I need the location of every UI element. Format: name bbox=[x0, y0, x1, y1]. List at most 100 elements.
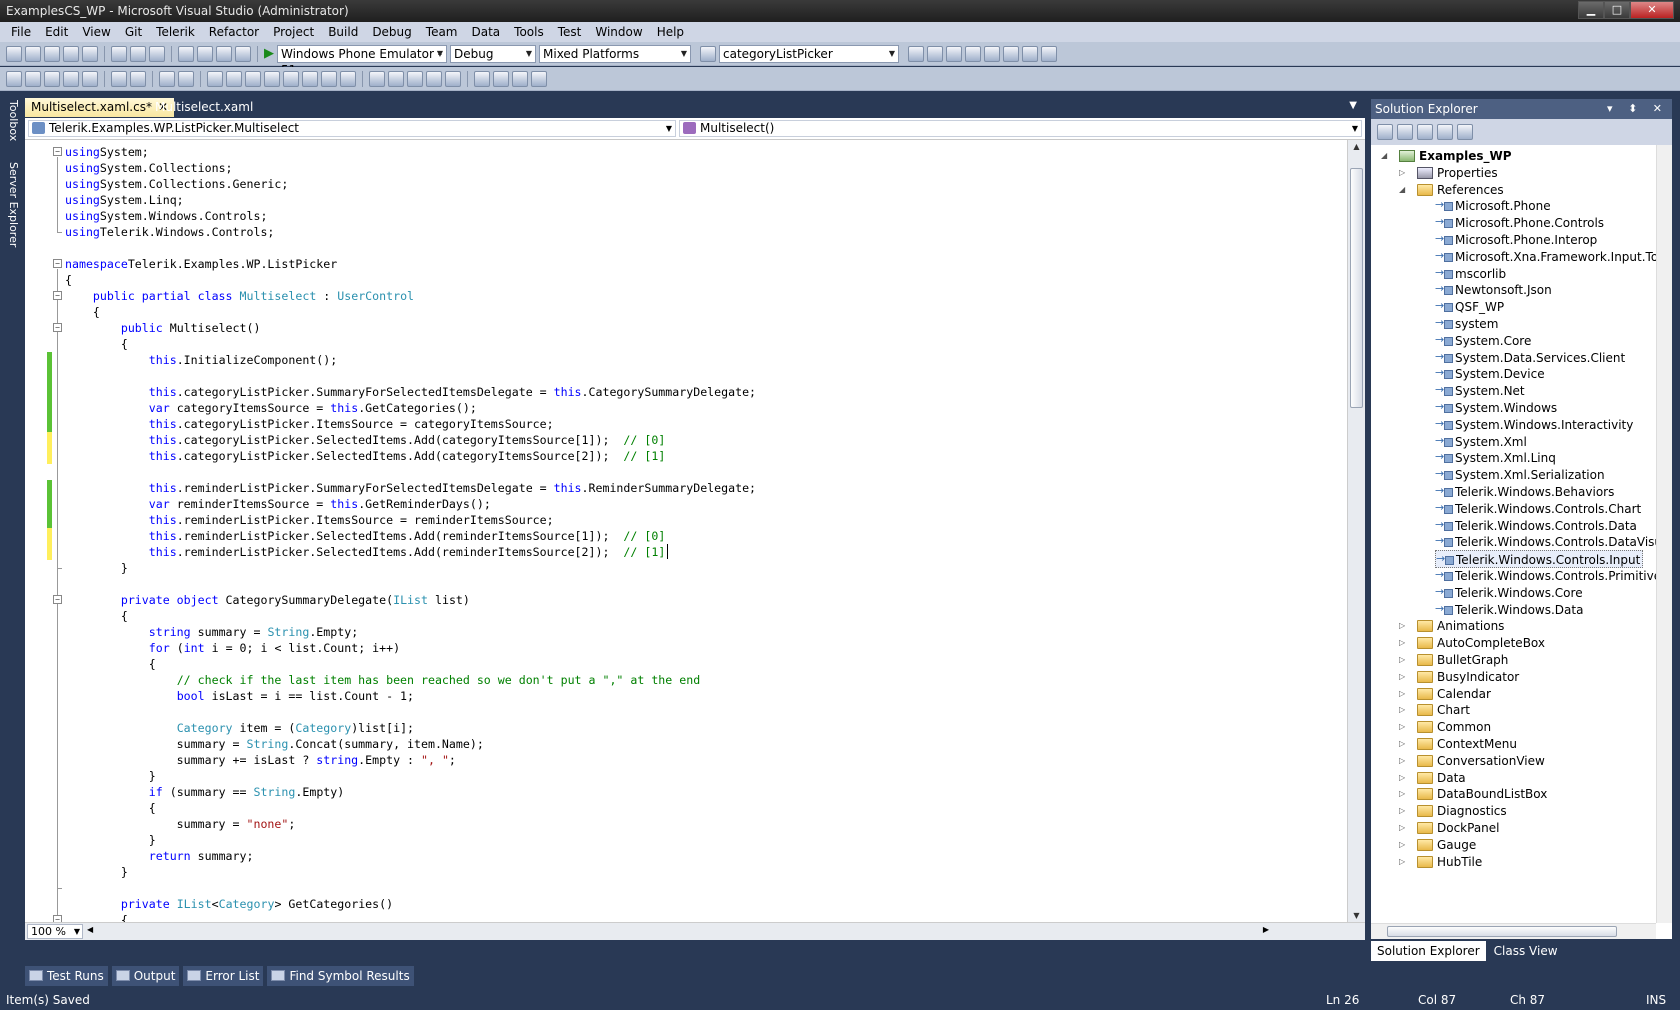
folder-item[interactable]: ▷ Common bbox=[1399, 718, 1491, 736]
expand-arrow-icon[interactable]: ▷ bbox=[1399, 735, 1405, 753]
redo-icon[interactable] bbox=[197, 45, 213, 62]
scroll-up-icon[interactable]: ▲ bbox=[1348, 142, 1365, 151]
expand-arrow-icon[interactable]: ▷ bbox=[1399, 819, 1405, 837]
code-line[interactable]: this.categoryListPicker.SummaryForSelect… bbox=[65, 384, 756, 400]
increase-indent-icon[interactable] bbox=[130, 70, 146, 87]
folder-item[interactable]: ▷ DockPanel bbox=[1399, 819, 1500, 837]
collapse-toggle-icon[interactable]: − bbox=[53, 915, 62, 922]
toolbox-icon[interactable] bbox=[965, 45, 981, 62]
view-designer-icon[interactable] bbox=[1457, 124, 1473, 140]
folder-item[interactable]: ▷ Calendar bbox=[1399, 685, 1491, 703]
align-icon[interactable] bbox=[493, 70, 509, 87]
editor-vertical-scrollbar[interactable]: ▲ ▼ bbox=[1347, 140, 1365, 922]
code-line[interactable]: usingSystem.Linq; bbox=[65, 192, 184, 208]
tree-horizontal-scrollbar[interactable] bbox=[1371, 923, 1656, 939]
display-object-member-list-icon[interactable] bbox=[6, 70, 22, 87]
reference-item[interactable]: Telerik.Windows.Data bbox=[1435, 600, 1583, 619]
collapse-arrow-icon[interactable]: ◢ bbox=[1399, 181, 1405, 199]
properties-icon[interactable] bbox=[1377, 124, 1393, 140]
collapse-toggle-icon[interactable]: − bbox=[53, 259, 62, 268]
menu-refactor[interactable]: Refactor bbox=[202, 25, 266, 39]
tab-output[interactable]: Output bbox=[111, 966, 180, 986]
expand-arrow-icon[interactable]: ▷ bbox=[1399, 785, 1405, 803]
menu-git[interactable]: Git bbox=[118, 25, 149, 39]
expand-arrow-icon[interactable]: ▷ bbox=[1399, 701, 1405, 719]
find-combo[interactable]: categoryListPicker ▼ bbox=[719, 44, 899, 63]
code-line[interactable]: this.reminderListPicker.SelectedItems.Ad… bbox=[65, 528, 666, 544]
folder-item[interactable]: ▷ DataBoundListBox bbox=[1399, 785, 1547, 803]
menu-project[interactable]: Project bbox=[266, 25, 321, 39]
code-line[interactable]: { bbox=[65, 800, 156, 816]
device-select[interactable]: Windows Phone Emulator - 51▼ bbox=[277, 44, 447, 77]
format-document-icon[interactable] bbox=[369, 70, 385, 87]
tab-find-symbol-results[interactable]: Find Symbol Results bbox=[267, 966, 414, 986]
code-line[interactable]: } bbox=[65, 560, 128, 576]
code-line[interactable]: namespaceTelerik.Examples.WP.ListPicker bbox=[65, 256, 337, 272]
reference-item[interactable]: mscorlib bbox=[1435, 264, 1506, 283]
scrollbar-thumb[interactable] bbox=[1350, 168, 1363, 408]
code-editor[interactable]: usingSystem; usingSystem.Collections; usin… bbox=[25, 140, 1347, 922]
layout-icon[interactable] bbox=[474, 70, 490, 87]
expand-arrow-icon[interactable]: ▷ bbox=[1399, 617, 1405, 635]
uncomment-lines-icon[interactable] bbox=[178, 70, 194, 87]
solution-explorer-icon[interactable] bbox=[908, 45, 924, 62]
display-parameter-info-icon[interactable] bbox=[25, 70, 41, 87]
reference-item[interactable]: Microsoft.Phone bbox=[1435, 196, 1551, 215]
previous-bookmark-document-icon[interactable] bbox=[302, 70, 318, 87]
code-line[interactable]: summary += isLast ? string.Empty : ", "; bbox=[65, 752, 456, 768]
folder-item[interactable]: ▷ AutoCompleteBox bbox=[1399, 634, 1545, 652]
zoom-select[interactable]: 100 % ▼ bbox=[27, 924, 83, 939]
code-line[interactable]: public partial class Multiselect : UserC… bbox=[65, 288, 414, 304]
code-line[interactable]: private object CategorySummaryDelegate(I… bbox=[65, 592, 470, 608]
previous-bookmark-icon[interactable] bbox=[226, 70, 242, 87]
collapse-toggle-icon[interactable]: − bbox=[53, 323, 62, 332]
folder-item[interactable]: ▷ Gauge bbox=[1399, 836, 1476, 854]
expand-arrow-icon[interactable]: ▷ bbox=[1399, 853, 1405, 871]
reference-item[interactable]: Telerik.Windows.Controls.Data bbox=[1435, 516, 1637, 535]
reference-item[interactable]: Microsoft.Phone.Interop bbox=[1435, 230, 1597, 249]
menu-build[interactable]: Build bbox=[321, 25, 365, 39]
decrease-indent-icon[interactable] bbox=[111, 70, 127, 87]
menu-debug[interactable]: Debug bbox=[365, 25, 418, 39]
breakpoints-icon[interactable] bbox=[445, 70, 461, 87]
show-all-files-icon[interactable] bbox=[1397, 124, 1413, 140]
tab-test-runs[interactable]: Test Runs bbox=[25, 966, 108, 986]
collapse-toggle-icon[interactable]: − bbox=[53, 291, 62, 300]
code-line[interactable]: { bbox=[65, 304, 100, 320]
open-file-icon[interactable] bbox=[44, 45, 60, 62]
properties-window-icon[interactable] bbox=[927, 45, 943, 62]
menu-tools[interactable]: Tools bbox=[507, 25, 551, 39]
expand-arrow-icon[interactable]: ▷ bbox=[1399, 769, 1405, 787]
folder-item[interactable]: ▷ ConversationView bbox=[1399, 752, 1545, 770]
code-line[interactable]: } bbox=[65, 864, 128, 880]
maximize-button[interactable]: □ bbox=[1604, 1, 1630, 19]
expand-arrow-icon[interactable]: ▷ bbox=[1399, 836, 1405, 854]
folder-item[interactable]: ▷ Chart bbox=[1399, 701, 1470, 719]
step-over-icon[interactable] bbox=[407, 70, 423, 87]
expand-arrow-icon[interactable]: ▷ bbox=[1399, 634, 1405, 652]
code-line[interactable]: { bbox=[65, 336, 128, 352]
code-line[interactable]: usingSystem; bbox=[65, 144, 149, 160]
expand-arrow-icon[interactable]: ▷ bbox=[1399, 668, 1405, 686]
code-line[interactable]: } bbox=[65, 768, 156, 784]
reference-item[interactable]: System.Device bbox=[1435, 364, 1545, 383]
code-line[interactable]: this.categoryListPicker.ItemsSource = ca… bbox=[65, 416, 554, 432]
navigate-backward-icon[interactable] bbox=[216, 45, 232, 62]
reference-item[interactable]: System.Data.Services.Client bbox=[1435, 348, 1625, 367]
reference-item[interactable]: QSF_WP bbox=[1435, 297, 1504, 316]
next-bookmark-document-icon[interactable] bbox=[321, 70, 337, 87]
reference-item[interactable]: System.Core bbox=[1435, 331, 1531, 350]
code-line[interactable]: private IList<Category> GetCategories() bbox=[65, 896, 393, 912]
references-node[interactable]: ◢ References bbox=[1399, 181, 1504, 199]
server-explorer-tab[interactable]: Server Explorer bbox=[2, 162, 20, 247]
code-line[interactable]: this.reminderListPicker.ItemsSource = re… bbox=[65, 512, 554, 528]
code-line[interactable]: this.categoryListPicker.SelectedItems.Ad… bbox=[65, 432, 666, 448]
tree-vertical-scrollbar[interactable] bbox=[1656, 145, 1672, 923]
reference-item[interactable]: Telerik.Windows.Controls.Primitives bbox=[1435, 566, 1656, 585]
grid-icon[interactable] bbox=[512, 70, 528, 87]
code-line[interactable]: summary = "none"; bbox=[65, 816, 296, 832]
project-node[interactable]: ◢ Examples_WP bbox=[1381, 147, 1512, 165]
code-line[interactable]: var reminderItemsSource = this.GetRemind… bbox=[65, 496, 491, 512]
reference-item[interactable]: System.Net bbox=[1435, 381, 1525, 400]
reference-item[interactable]: Telerik.Windows.Controls.Chart bbox=[1435, 499, 1641, 518]
